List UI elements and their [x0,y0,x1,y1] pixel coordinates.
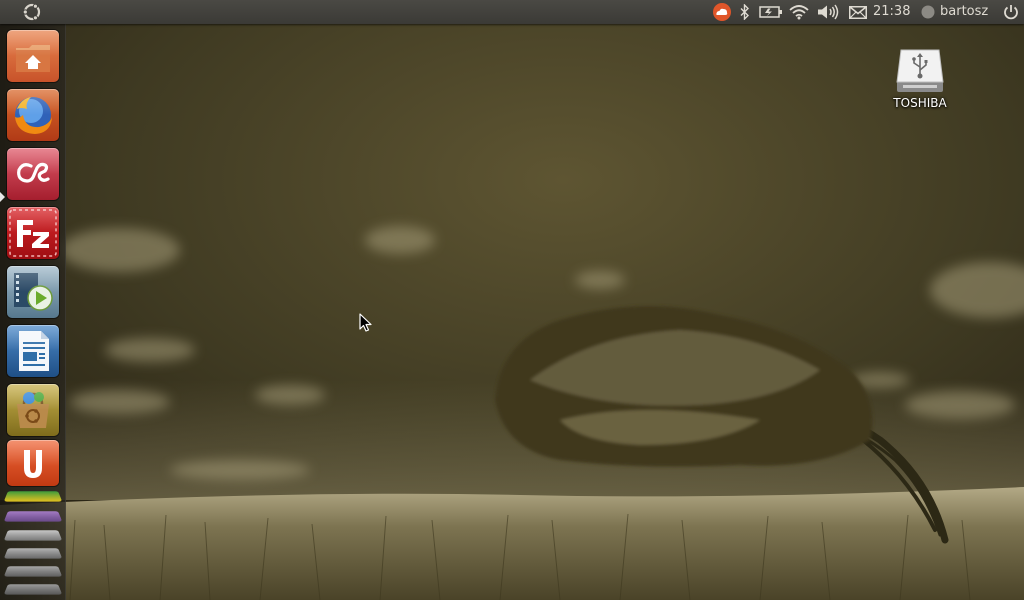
volume-icon[interactable] [816,0,840,24]
mouse-pointer-icon [359,313,372,332]
ubuntu-logo-icon [23,3,41,21]
launcher-folded-item-4[interactable] [3,548,63,559]
ubuntu-one-launcher-icon [24,450,42,478]
desktop-wallpaper [0,0,1024,600]
dash-home-button[interactable] [0,0,65,24]
wifi-icon[interactable] [788,0,810,24]
software-center-icon [17,392,49,428]
firefox-icon [15,97,52,134]
usb-drive-icon [896,49,944,92]
ubuntu-one-icon[interactable] [711,0,733,24]
launcher [0,24,66,600]
desktop-icon-toshiba[interactable]: TOSHIBA [880,44,960,120]
power-icon[interactable] [1000,0,1022,24]
launcher-software-center[interactable] [7,384,59,436]
launcher-movie-player[interactable] [7,266,59,318]
running-indicator [0,192,5,202]
writer-icon [19,331,49,371]
launcher-folded-item-5[interactable] [3,566,63,577]
launcher-ubuntu-one[interactable] [7,440,59,486]
user-name[interactable]: bartosz [940,0,988,24]
launcher-home-folder[interactable] [7,30,59,82]
launcher-folded-item-6[interactable] [3,584,63,595]
home-folder-icon [16,45,50,72]
launcher-firefox[interactable] [7,89,59,141]
clock[interactable]: 21:38 [873,0,910,24]
launcher-lastfm[interactable] [7,148,59,200]
launcher-folded-item-3[interactable] [3,530,63,541]
bluetooth-icon[interactable] [737,0,753,24]
filezilla-icon [9,209,57,257]
mail-icon[interactable] [847,0,869,24]
lastfm-icon [17,162,50,183]
launcher-folded-item-2[interactable] [3,511,63,522]
launcher-filezilla[interactable] [7,207,59,259]
top-panel: 21:38 bartosz [0,0,1024,24]
movie-player-icon [14,273,53,311]
desktop-icon-label: TOSHIBA [893,96,947,110]
battery-icon[interactable] [757,0,784,24]
launcher-libreoffice-writer[interactable] [7,325,59,377]
launcher-folded-item-1[interactable] [3,491,63,502]
user-status-icon[interactable] [919,0,937,24]
